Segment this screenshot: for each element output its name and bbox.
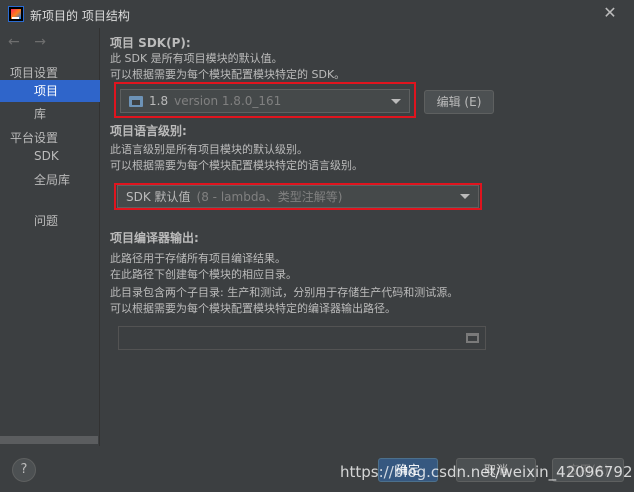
sdk-desc-line2: 可以根据需要为每个模块配置模块特定的 SDK。 [110, 68, 346, 81]
compiler-desc-line1: 此路径用于存储所有项目编译结果。 [110, 252, 286, 265]
dialog-footer: ? 确定 取消 应用(A) https://blog.csdn.net/weix… [0, 446, 634, 492]
edit-sdk-button[interactable]: 编辑 (E) [424, 90, 494, 114]
sidebar-item-problems[interactable]: 问题 [0, 210, 100, 232]
chevron-down-icon [460, 194, 470, 199]
title-bar: 新项目的 项目结构 ✕ [0, 0, 634, 28]
sdk-selected-version: version 1.8.0_161 [174, 94, 282, 108]
sdk-selected-name: 1.8 [149, 94, 169, 108]
sidebar: ← → 项目设置 项目 库 平台设置 SDK 全局库 问题 [0, 28, 100, 446]
nav-arrows: ← → [8, 34, 56, 50]
sidebar-item-global-libraries[interactable]: 全局库 [0, 169, 100, 191]
back-arrow-icon[interactable]: ← [8, 34, 20, 50]
sdk-desc-line1: 此 SDK 是所有项目模块的默认值。 [110, 52, 283, 65]
jdk-folder-icon [129, 95, 143, 107]
compiler-desc-line3: 此目录包含两个子目录: 生产和测试，分别用于存储生产代码和测试源。 [110, 286, 459, 299]
sidebar-scrollbar[interactable] [0, 436, 98, 444]
sdk-section-title: 项目 SDK(P): [110, 36, 191, 50]
language-level-dropdown[interactable]: SDK 默认值 (8 - lambda、类型注解等) [117, 185, 479, 208]
language-desc-line1: 此语言级别是所有项目模块的默认级别。 [110, 143, 308, 156]
sidebar-group-platform-settings: 平台设置 [10, 131, 59, 145]
language-level-selected: SDK 默认值 [126, 190, 191, 204]
sidebar-item-libraries[interactable]: 库 [0, 103, 100, 125]
sidebar-group-project-settings: 项目设置 [10, 66, 59, 80]
help-button[interactable]: ? [12, 458, 36, 482]
sidebar-item-project[interactable]: 项目 [0, 80, 100, 102]
chevron-down-icon [391, 99, 401, 104]
compiler-section-title: 项目编译器输出: [110, 231, 199, 245]
csdn-watermark: https://blog.csdn.net/weixin_42096792 [340, 463, 633, 481]
window-title: 新项目的 项目结构 [30, 9, 130, 23]
folder-browse-icon[interactable] [466, 333, 479, 343]
compiler-desc-line2: 在此路径下创建每个模块的相应目录。 [110, 268, 297, 281]
forward-arrow-icon[interactable]: → [34, 34, 46, 50]
language-level-hint: (8 - lambda、类型注解等) [196, 190, 343, 204]
intellij-app-icon [8, 6, 24, 22]
close-button[interactable]: ✕ [602, 5, 618, 21]
compiler-desc-line4: 可以根据需要为每个模块配置模块特定的编译器输出路径。 [110, 302, 396, 315]
compiler-output-path-input[interactable] [118, 326, 486, 350]
language-desc-line2: 可以根据需要为每个模块配置模块特定的语言级别。 [110, 159, 363, 172]
sdk-dropdown[interactable]: 1.8 version 1.8.0_161 [120, 89, 410, 113]
language-section-title: 项目语言级别: [110, 124, 187, 138]
sidebar-item-sdk[interactable]: SDK [0, 145, 100, 167]
project-settings-panel: 项目 SDK(P): 此 SDK 是所有项目模块的默认值。 可以根据需要为每个模… [110, 28, 630, 446]
